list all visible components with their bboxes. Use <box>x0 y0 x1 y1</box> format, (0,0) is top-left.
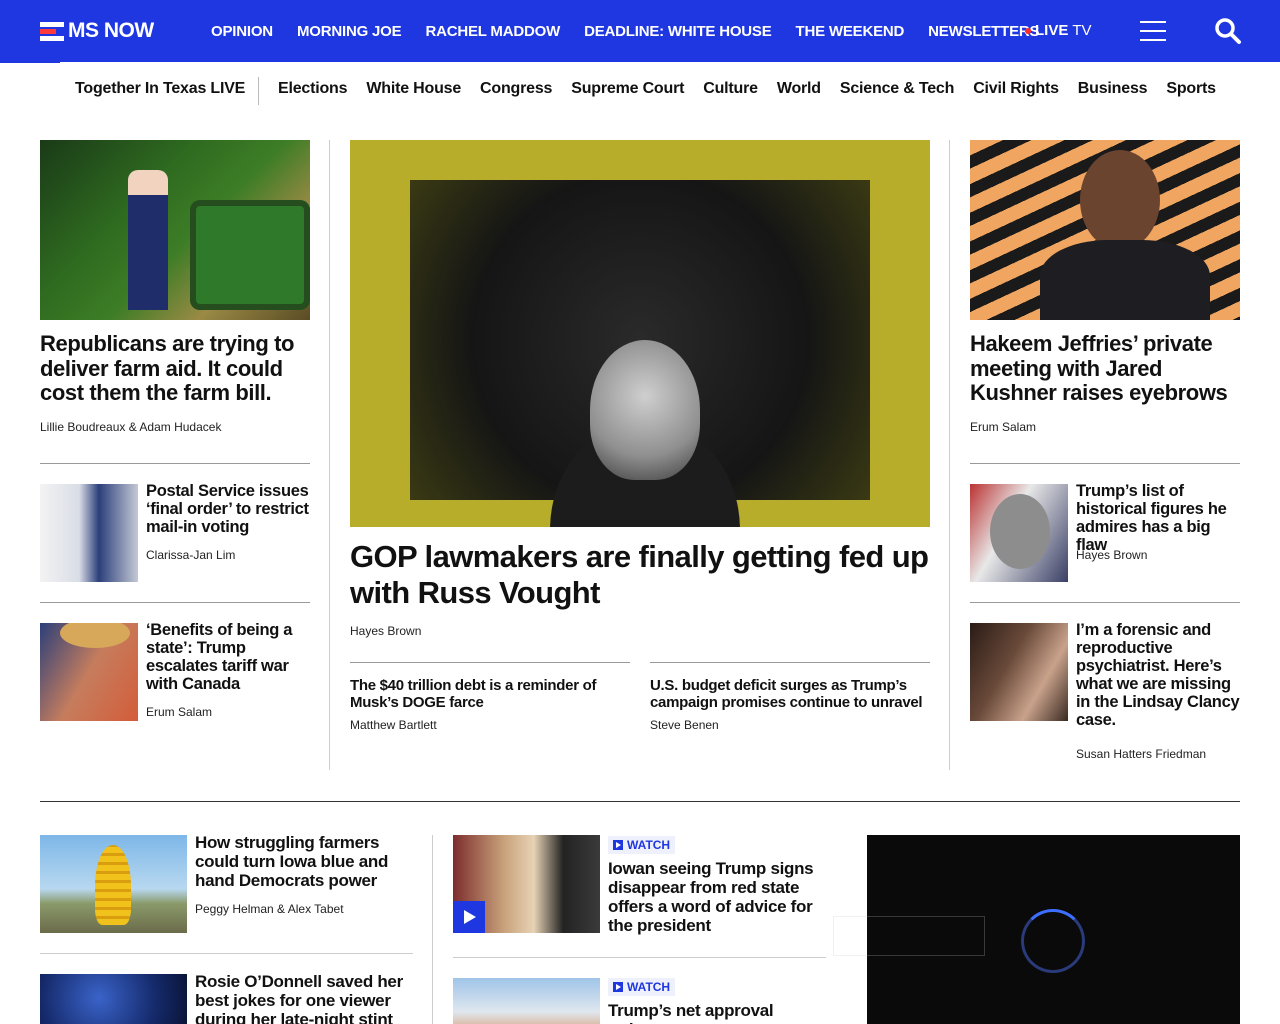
left-item-2-byline[interactable]: Erum Salam <box>146 705 212 719</box>
right-item-1-byline[interactable]: Hayes Brown <box>1076 548 1147 562</box>
nav-newsletters[interactable]: NEWSLETTERS <box>928 23 1039 40</box>
section-civil-rights[interactable]: Civil Rights <box>973 80 1059 98</box>
live-label: LIVE <box>1035 22 1069 39</box>
watch-label: WATCH <box>627 838 671 852</box>
section-nav: Together In Texas LIVE Elections White H… <box>0 62 1280 118</box>
section-divider <box>40 801 1240 802</box>
column-divider <box>329 140 330 770</box>
lindsay-clancy-image[interactable] <box>970 623 1068 721</box>
center-lead-byline[interactable]: Hayes Brown <box>350 624 421 638</box>
privacy-choices-overlay[interactable] <box>833 916 985 956</box>
trump-portrait-image[interactable] <box>970 484 1068 582</box>
center-lead-headline[interactable]: GOP lawmakers are finally getting fed up… <box>350 539 930 611</box>
play-icon[interactable] <box>453 901 485 933</box>
section-business[interactable]: Business <box>1078 80 1148 98</box>
bottom-col2-item-2-headline[interactable]: Trump’s net approval rating <box>608 1001 823 1024</box>
nav-opinion[interactable]: OPINION <box>211 23 273 40</box>
column-divider <box>949 140 950 770</box>
trump-approval-thumbnail[interactable] <box>453 978 600 1024</box>
hakeem-jeffries-image[interactable] <box>970 140 1240 320</box>
center-related-1-byline[interactable]: Matthew Bartlett <box>350 718 437 732</box>
watch-label: WATCH <box>627 980 671 994</box>
hamburger-icon[interactable] <box>1140 19 1166 41</box>
top-nav-bar: MS NOW OPINION MORNING JOE RACHEL MADDOW… <box>0 0 1280 63</box>
live-tv-label: TV <box>1072 22 1092 39</box>
section-nav-items: Elections White House Congress Supreme C… <box>278 80 1216 98</box>
farm-aid-image[interactable] <box>40 140 310 320</box>
nav-morning-joe[interactable]: MORNING JOE <box>297 23 402 40</box>
live-tv-link[interactable]: LIVE TV <box>1025 22 1092 39</box>
left-item-2-headline[interactable]: ‘Benefits of being a state’: Trump escal… <box>146 621 306 693</box>
right-item-2-headline[interactable]: I’m a forensic and reproductive psychiat… <box>1076 621 1240 729</box>
center-related-1-headline[interactable]: The $40 trillion debt is a reminder of M… <box>350 677 625 711</box>
divider <box>40 463 310 464</box>
section-supreme-court[interactable]: Supreme Court <box>571 80 684 98</box>
trump-canada-image[interactable] <box>40 623 138 721</box>
divider <box>650 662 930 663</box>
divider <box>40 953 413 954</box>
iowa-corn-image[interactable] <box>40 835 187 933</box>
section-congress[interactable]: Congress <box>480 80 552 98</box>
site-logo[interactable]: MS NOW <box>40 18 154 44</box>
divider <box>40 602 310 603</box>
left-lead-byline[interactable]: Lillie Boudreaux & Adam Hudacek <box>40 420 221 434</box>
left-item-1-byline[interactable]: Clarissa-Jan Lim <box>146 548 235 562</box>
center-related-2-byline[interactable]: Steve Benen <box>650 718 719 732</box>
nav-the-weekend[interactable]: THE WEEKEND <box>796 23 905 40</box>
section-nav-divider <box>258 77 259 105</box>
right-item-2-byline[interactable]: Susan Hatters Friedman <box>1076 747 1206 761</box>
right-item-1-headline[interactable]: Trump’s list of historical figures he ad… <box>1076 482 1240 554</box>
watch-badge: WATCH <box>608 978 676 996</box>
nav-deadline-white-house[interactable]: DEADLINE: WHITE HOUSE <box>584 23 772 40</box>
nav-rachel-maddow[interactable]: RACHEL MADDOW <box>425 23 560 40</box>
section-science-tech[interactable]: Science & Tech <box>840 80 954 98</box>
divider <box>970 463 1240 464</box>
live-dot-icon <box>1025 27 1031 34</box>
left-item-1-headline[interactable]: Postal Service issues ‘final order’ to r… <box>146 482 311 536</box>
section-sports[interactable]: Sports <box>1166 80 1216 98</box>
search-icon[interactable] <box>1214 17 1242 45</box>
section-world[interactable]: World <box>777 80 821 98</box>
watch-play-icon <box>613 840 623 850</box>
divider <box>453 957 826 958</box>
bottom-col1-item-1-byline[interactable]: Peggy Helman & Alex Tabet <box>195 902 344 916</box>
left-lead-headline[interactable]: Republicans are trying to deliver farm a… <box>40 331 310 406</box>
center-related-2-headline[interactable]: U.S. budget deficit surges as Trump’s ca… <box>650 677 930 711</box>
logo-mark-icon <box>40 21 64 41</box>
right-lead-headline[interactable]: Hakeem Jeffries’ private meeting with Ja… <box>970 331 1240 406</box>
section-culture[interactable]: Culture <box>703 80 758 98</box>
bottom-col1-item-2-headline[interactable]: Rosie O’Donnell saved her best jokes for… <box>195 972 410 1024</box>
divider <box>970 602 1240 603</box>
logo-text: MS NOW <box>68 19 154 42</box>
right-lead-byline[interactable]: Erum Salam <box>970 420 1036 434</box>
column-divider <box>432 835 433 1024</box>
bottom-col1-item-1-headline[interactable]: How struggling farmers could turn Iowa b… <box>195 833 410 890</box>
divider <box>350 662 630 663</box>
watch-play-icon <box>613 982 623 992</box>
section-elections[interactable]: Elections <box>278 80 348 98</box>
rosie-odonnell-image[interactable] <box>40 974 187 1024</box>
bottom-col2-item-1-headline[interactable]: Iowan seeing Trump signs disappear from … <box>608 859 823 935</box>
watch-badge: WATCH <box>608 836 676 854</box>
primary-nav: OPINION MORNING JOE RACHEL MADDOW DEADLI… <box>211 0 1063 62</box>
mail-ballot-image[interactable] <box>40 484 138 582</box>
nav-together-in-texas-live[interactable]: Together In Texas LIVE <box>75 80 245 98</box>
russ-vought-image[interactable] <box>350 140 930 527</box>
loading-spinner-icon <box>1021 909 1085 973</box>
section-white-house[interactable]: White House <box>366 80 461 98</box>
